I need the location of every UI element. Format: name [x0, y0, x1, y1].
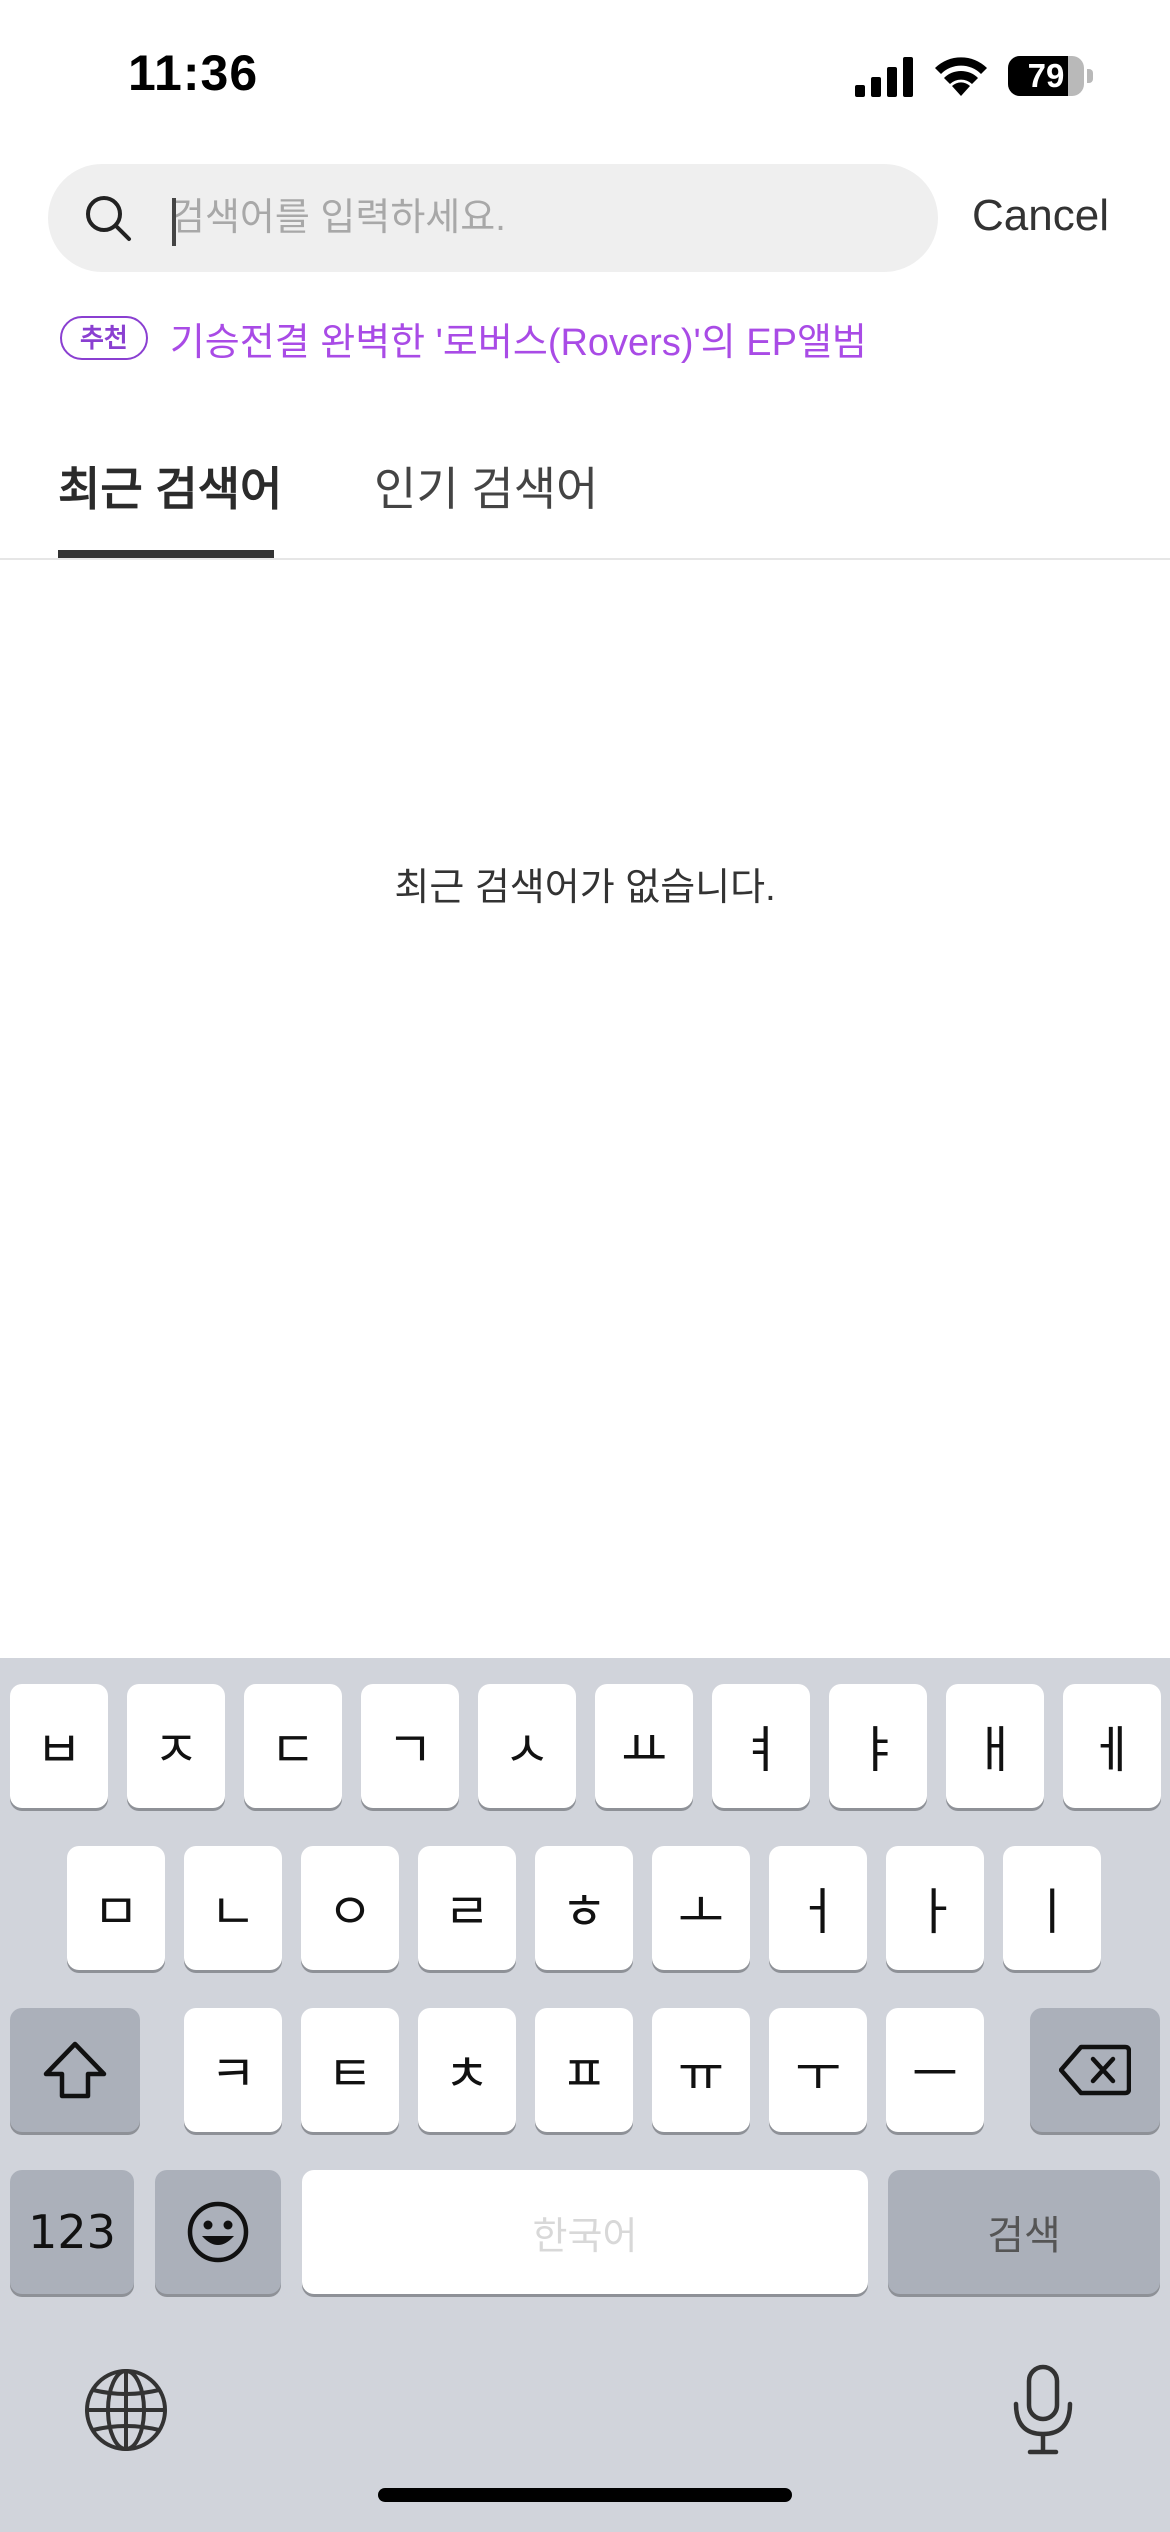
search-tabs: 최근 검색어 인기 검색어	[0, 440, 1170, 560]
home-indicator	[378, 2488, 792, 2502]
active-tab-indicator	[58, 550, 274, 558]
key[interactable]: ㅁ	[67, 1846, 165, 1970]
recommendation-banner[interactable]: 추천 기승전결 완벽한 '로버스(Rovers)'의 EP앨범	[60, 310, 867, 366]
emoji-icon	[187, 2201, 249, 2263]
key[interactable]: ㅈ	[127, 1684, 225, 1808]
cancel-button[interactable]: Cancel	[972, 186, 1109, 246]
key[interactable]: ㄹ	[418, 1846, 516, 1970]
delete-key[interactable]	[1030, 2008, 1160, 2132]
key[interactable]: ㅣ	[1003, 1846, 1101, 1970]
globe-icon[interactable]	[82, 2366, 170, 2454]
key[interactable]: ㅇ	[301, 1846, 399, 1970]
tab-recent-searches[interactable]: 최근 검색어	[58, 454, 282, 524]
key[interactable]: ㅎ	[535, 1846, 633, 1970]
key[interactable]: ㅐ	[946, 1684, 1044, 1808]
search-bar[interactable]	[48, 164, 938, 272]
key[interactable]: ㄱ	[361, 1684, 459, 1808]
delete-icon	[1059, 2044, 1131, 2096]
search-icon	[86, 196, 131, 241]
status-bar: 11:36 79	[0, 0, 1170, 150]
space-key[interactable]: 한국어	[302, 2170, 868, 2294]
key[interactable]: ㅡ	[886, 2008, 984, 2132]
key[interactable]: ㅏ	[886, 1846, 984, 1970]
shift-key[interactable]	[10, 2008, 140, 2132]
search-key[interactable]: 검색	[888, 2170, 1160, 2294]
text-cursor	[172, 198, 176, 246]
key[interactable]: ㅓ	[769, 1846, 867, 1970]
microphone-icon[interactable]	[1008, 2364, 1078, 2458]
wifi-icon	[935, 57, 987, 96]
key[interactable]: ㅌ	[301, 2008, 399, 2132]
key[interactable]: ㄴ	[184, 1846, 282, 1970]
emoji-key[interactable]	[155, 2170, 281, 2294]
space-key-label: 한국어	[532, 2213, 638, 2258]
search-input[interactable]	[170, 184, 910, 252]
key[interactable]: ㅗ	[652, 1846, 750, 1970]
key[interactable]: ㅜ	[769, 2008, 867, 2132]
battery-level: 79	[1027, 57, 1065, 94]
key[interactable]: ㅋ	[184, 2008, 282, 2132]
recommend-badge: 추천	[60, 316, 148, 360]
empty-state-message: 최근 검색어가 없습니다.	[394, 867, 776, 909]
keyboard: ㅂ ㅈ ㄷ ㄱ ㅅ ㅛ ㅕ ㅑ ㅐ ㅔ ㅁ ㄴ ㅇ ㄹ ㅎ ㅗ ㅓ ㅏ ㅣ ㅋ …	[0, 1658, 1170, 2532]
battery-icon: 79	[1008, 56, 1093, 96]
search-key-label: 검색	[987, 2213, 1061, 2259]
key[interactable]: ㅍ	[535, 2008, 633, 2132]
cellular-signal-icon	[855, 57, 913, 97]
tab-popular-searches[interactable]: 인기 검색어	[374, 454, 598, 524]
numbers-key[interactable]: 123	[10, 2170, 134, 2294]
shift-icon	[43, 2041, 107, 2099]
key[interactable]: ㅠ	[652, 2008, 750, 2132]
status-time: 11:36	[128, 45, 259, 101]
key[interactable]: ㅂ	[10, 1684, 108, 1808]
recommendation-text[interactable]: 기승전결 완벽한 '로버스(Rovers)'의 EP앨범	[170, 311, 867, 366]
key[interactable]: ㅑ	[829, 1684, 927, 1808]
key[interactable]: ㅛ	[595, 1684, 693, 1808]
key[interactable]: ㅕ	[712, 1684, 810, 1808]
key[interactable]: ㅔ	[1063, 1684, 1161, 1808]
key[interactable]: ㅅ	[478, 1684, 576, 1808]
key[interactable]: ㄷ	[244, 1684, 342, 1808]
key[interactable]: ㅊ	[418, 2008, 516, 2132]
